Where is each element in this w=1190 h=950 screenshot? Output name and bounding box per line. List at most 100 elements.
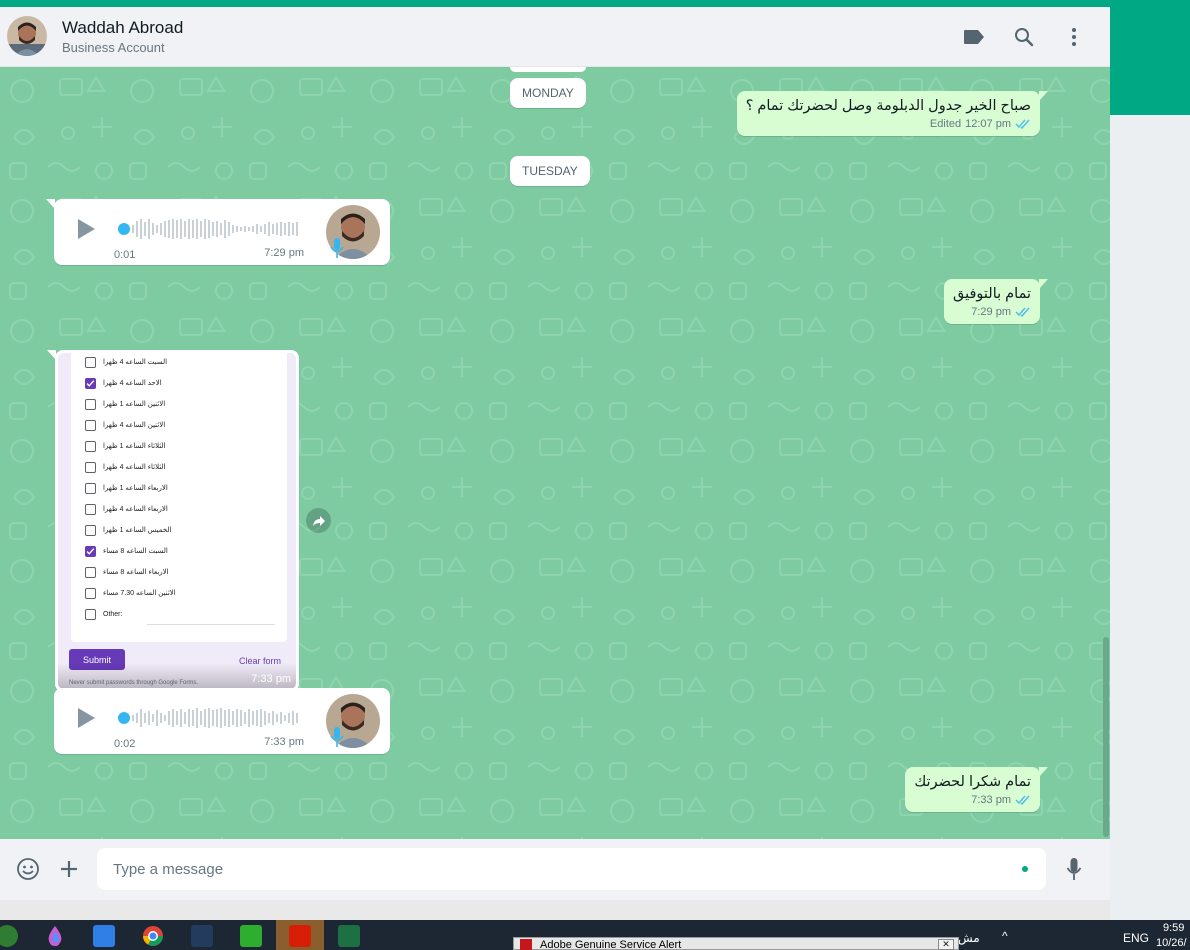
option-label: Other:	[103, 610, 123, 618]
chat-scrollbar[interactable]	[1103, 637, 1109, 837]
checkbox	[85, 503, 96, 515]
close-icon[interactable]: ✕	[938, 939, 954, 950]
option-label: الاحد الساعه 4 ظهرا	[103, 380, 162, 387]
input-status-dot	[1022, 866, 1028, 872]
adobe-icon	[520, 939, 532, 950]
chrome-icon[interactable]	[0, 925, 18, 947]
form-screenshot-image[interactable]: السبت الساعه 4 ظهرا الاحد الساعه 4 ظهرا …	[58, 353, 296, 689]
tray-overflow-icon[interactable]: ^	[1002, 929, 1008, 943]
play-icon[interactable]	[74, 217, 98, 241]
emoji-icon[interactable]	[15, 856, 41, 882]
checkbox	[85, 566, 96, 578]
mic-icon	[330, 238, 344, 258]
outgoing-message[interactable]: تمام بالتوفيق 7:29 pm	[944, 279, 1048, 324]
outgoing-message[interactable]: صباح الخير جدول الدبلومة وصل لحضرتك تمام…	[736, 91, 1048, 136]
message-time: 12:07 pm	[965, 118, 1011, 130]
app-icon[interactable]	[191, 925, 213, 947]
play-icon[interactable]	[74, 706, 98, 730]
form-card: السبت الساعه 4 ظهرا الاحد الساعه 4 ظهرا …	[71, 353, 287, 642]
voice-message[interactable]: 0:02 7:33 pm	[54, 688, 390, 754]
form-option: الاربعاء الساعه 8 مساء	[85, 564, 169, 580]
bubble-tail	[47, 350, 56, 360]
form-option: الثلاثاء الساعه 4 ظهرا	[85, 459, 165, 475]
option-label: الاثنين الساعه 1 ظهرا	[103, 401, 166, 408]
chrome-profile-icon[interactable]	[142, 925, 164, 947]
bubble-tail	[1039, 279, 1048, 289]
option-label: الثلاثاء الساعه 4 ظهرا	[103, 464, 166, 471]
day-separator-tuesday: TUESDAY	[510, 156, 590, 186]
bubble-tail	[46, 199, 55, 209]
form-option: السبت الساعه 4 ظهرا	[85, 354, 167, 370]
outgoing-message[interactable]: تمام شكرا لحضرتك 7:33 pm	[905, 767, 1048, 812]
window-backdrop-gray	[1110, 115, 1190, 920]
chat-header[interactable]: Waddah Abroad Business Account	[0, 7, 1110, 67]
double-check-icon	[1015, 119, 1030, 129]
message-meta: 7:33 pm	[914, 794, 1031, 806]
mic-icon	[330, 727, 344, 747]
message-input[interactable]	[97, 848, 1046, 890]
message-text: تمام بالتوفيق	[953, 286, 1031, 302]
message-time: 7:33 pm	[971, 794, 1011, 806]
contact-name[interactable]: Waddah Abroad	[62, 18, 183, 38]
form-option: الخميس الساعه 1 ظهرا	[85, 522, 171, 538]
forward-icon[interactable]	[306, 508, 331, 533]
alert-title: Adobe Genuine Service Alert	[540, 939, 682, 950]
voice-message[interactable]: 0:01 7:29 pm	[46, 199, 390, 265]
form-option: الاحد الساعه 4 ظهرا	[85, 375, 162, 391]
paint-drop-icon[interactable]	[44, 925, 66, 947]
option-label: السبت الساعه 4 ظهرا	[103, 359, 168, 366]
double-check-icon	[1015, 795, 1030, 805]
voice-duration: 0:02	[114, 738, 136, 750]
option-label: الاربعاء الساعه 1 ظهرا	[103, 485, 168, 492]
checkbox	[85, 608, 96, 620]
audio-waveform[interactable]	[118, 706, 303, 730]
checkbox	[85, 398, 96, 410]
voice-duration: 0:01	[114, 249, 136, 261]
checkbox	[85, 440, 96, 452]
audio-waveform[interactable]	[118, 217, 303, 241]
photos-icon[interactable]	[93, 925, 115, 947]
acrobat-icon[interactable]	[289, 925, 311, 947]
double-check-icon	[1015, 307, 1030, 317]
form-option: الاثنين الساعه 4 ظهرا	[85, 417, 165, 433]
tray-partial-text: مش	[958, 931, 980, 945]
composer-bar	[0, 839, 1110, 900]
chat-area[interactable]: MONDAY TUESDAY صباح الخير جدول الدبلومة …	[0, 67, 1110, 839]
form-option: Other:	[85, 606, 122, 622]
excel-icon[interactable]	[338, 925, 360, 947]
checkbox	[85, 587, 96, 599]
labels-icon[interactable]	[962, 25, 986, 49]
form-option: الاثنين الساعه 7.30 مساء	[85, 585, 176, 601]
contact-avatar[interactable]	[7, 16, 47, 56]
attach-icon[interactable]	[56, 856, 82, 882]
message-text: صباح الخير جدول الدبلومة وصل لحضرتك تمام…	[745, 98, 1031, 114]
form-option: الاثنين الساعه 1 ظهرا	[85, 396, 165, 412]
adobe-alert-window[interactable]: Adobe Genuine Service Alert ✕	[513, 937, 959, 950]
option-label: السبت الساعه 8 مساء	[103, 548, 168, 555]
search-icon[interactable]	[1012, 25, 1036, 49]
checkbox	[85, 482, 96, 494]
clock-date[interactable]: 10/26/	[1156, 937, 1187, 949]
image-message[interactable]: السبت الساعه 4 ظهرا الاحد الساعه 4 ظهرا …	[47, 350, 299, 692]
message-time: 7:33 pm	[251, 673, 291, 685]
form-option: الثلاثاء الساعه 1 ظهرا	[85, 438, 165, 454]
option-label: الاربعاء الساعه 4 ظهرا	[103, 506, 168, 513]
language-indicator[interactable]: ENG	[1123, 931, 1149, 945]
option-label: الاربعاء الساعه 8 مساء	[103, 569, 169, 576]
message-text: تمام شكرا لحضرتك	[914, 774, 1031, 790]
whatsapp-window: Waddah Abroad Business Account MONDAY TU…	[0, 7, 1110, 900]
edited-label: Edited	[929, 118, 962, 130]
other-input-line	[147, 624, 275, 625]
message-time: 7:33 pm	[264, 736, 304, 748]
option-label: الخميس الساعه 1 ظهرا	[103, 527, 172, 534]
camtasia-icon[interactable]	[240, 925, 262, 947]
clock-time[interactable]: 9:59	[1163, 922, 1184, 934]
checkbox	[85, 461, 96, 473]
bubble-tail	[1039, 91, 1048, 101]
bubble-tail	[1039, 767, 1048, 777]
voice-record-icon[interactable]	[1061, 856, 1087, 882]
option-label: الثلاثاء الساعه 1 ظهرا	[103, 443, 166, 450]
menu-icon[interactable]	[1062, 25, 1086, 49]
message-meta: Edited 12:07 pm	[746, 118, 1031, 130]
form-option: السبت الساعه 8 مساء	[85, 543, 168, 559]
